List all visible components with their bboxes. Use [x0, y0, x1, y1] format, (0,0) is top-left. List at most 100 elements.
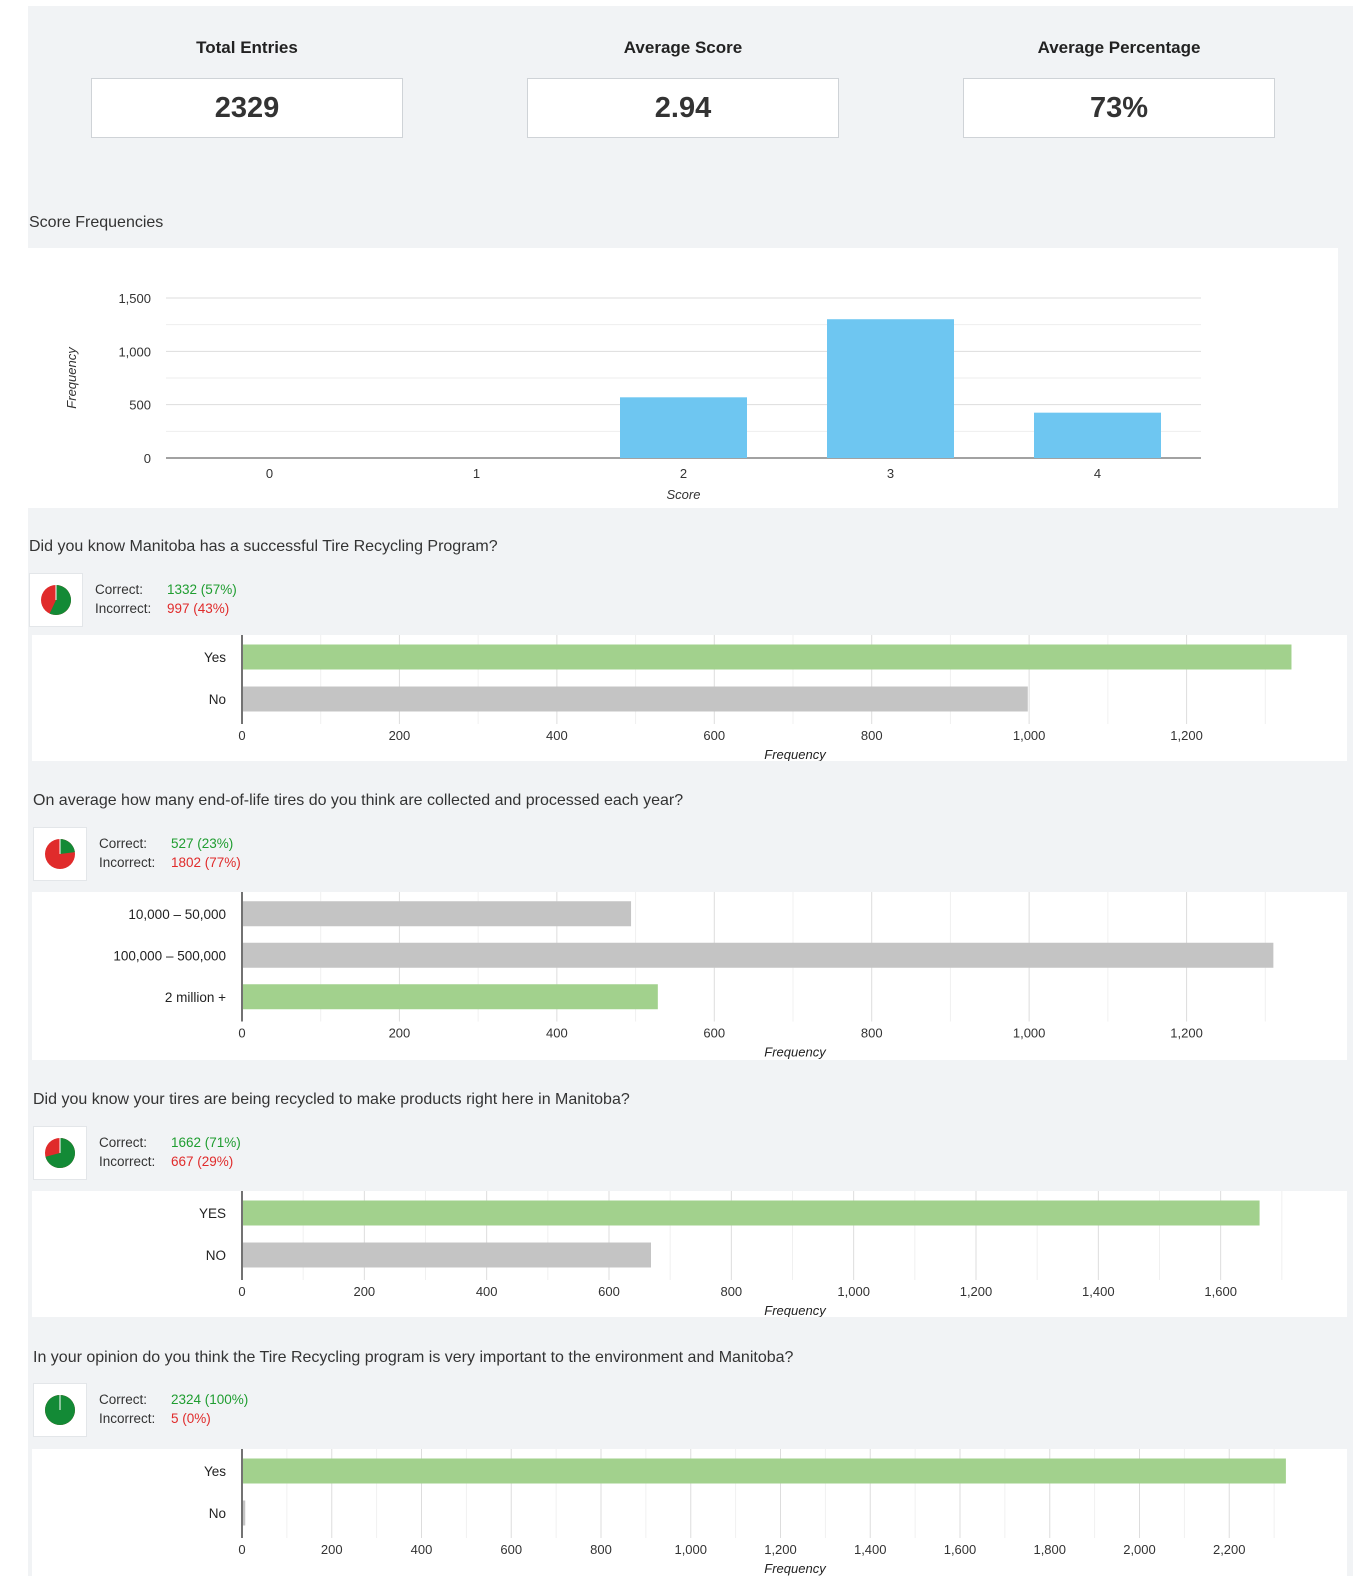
category-label: No	[209, 692, 226, 707]
question-2-pie-box	[33, 827, 87, 881]
category-label: Yes	[204, 650, 226, 665]
x-axis-title: Frequency	[764, 1045, 827, 1060]
x-tick-label: 4	[1094, 466, 1101, 481]
x-tick-label: 0	[266, 466, 273, 481]
x-tick-label: 800	[720, 1284, 742, 1299]
x-tick-label: 200	[389, 728, 411, 743]
category-label: Yes	[204, 1464, 226, 1479]
stat-value-average-percentage: 73%	[963, 78, 1275, 138]
category-label: 10,000 – 50,000	[128, 907, 226, 922]
x-tick-label: 2,200	[1213, 1542, 1246, 1557]
stat-label-average-score: Average Score	[623, 38, 743, 57]
question-4-chart: 0 200 400 600 800 1,000 1,200 1,400 1,600 1,800 2,…	[204, 1449, 1286, 1576]
question-3-chart: 0 200 400 600 800 1,000 1,200 1,400 1,600 YES NO Fr…	[199, 1191, 1283, 1318]
x-tick-label: 600	[703, 728, 725, 743]
x-axis-title: Frequency	[764, 1561, 827, 1576]
question-3-chart-panel: 0 200 400 600 800 1,000 1,200 1,400 1,600 YES NO Fr…	[32, 1191, 1347, 1318]
x-tick-label: 200	[321, 1542, 343, 1557]
question-1-incorrect-value: 997 (43%)	[167, 601, 230, 616]
question-4-pie-icon	[45, 1395, 75, 1425]
x-tick-label: 1,000	[1013, 1026, 1046, 1041]
question-1-title: Did you know Manitoba has a successful T…	[29, 538, 498, 555]
x-tick-label: 2	[680, 466, 687, 481]
question-4-chart-panel: 0 200 400 600 800 1,000 1,200 1,400 1,600 1,800 2,…	[32, 1449, 1347, 1576]
question-3-correct-value: 1662 (71%)	[171, 1135, 241, 1150]
x-tick-label: 1,200	[1170, 1026, 1203, 1041]
x-tick-label: 1,200	[1170, 728, 1203, 743]
stat-label-average-percentage: Average Percentage	[1037, 38, 1201, 57]
x-tick-label: 400	[476, 1284, 498, 1299]
score-bar	[620, 397, 747, 458]
question-2-incorrect-value: 1802 (77%)	[171, 855, 241, 870]
x-tick-label: 600	[500, 1542, 522, 1557]
x-tick-label: 1	[473, 466, 480, 481]
x-tick-label: 1,200	[960, 1284, 993, 1299]
question-1-pie-box	[29, 573, 83, 627]
question-1-pie-icon	[41, 585, 71, 615]
x-tick-label: 1,600	[944, 1542, 977, 1557]
x-tick-label: 200	[353, 1284, 375, 1299]
question-1-chart-panel: 0 200 400 600 800 1,000 1,200 Yes No Frequency	[32, 635, 1347, 762]
x-tick-label: 2,000	[1123, 1542, 1156, 1557]
score-frequencies-title: Score Frequencies	[29, 214, 164, 231]
question-4-correct-value: 2324 (100%)	[171, 1392, 249, 1407]
y-tick-label: 500	[129, 398, 151, 413]
x-axis-title: Score	[667, 487, 701, 502]
x-tick-label: 600	[598, 1284, 620, 1299]
question-4-summary: Correct: 2324 (100%) Incorrect: 5 (0%)	[99, 1390, 248, 1428]
stat-value-total-entries: 2329	[91, 78, 403, 138]
answer-bar	[243, 901, 632, 927]
x-tick-label: 1,600	[1204, 1284, 1237, 1299]
question-1-correct-value: 1332 (57%)	[167, 582, 237, 597]
incorrect-label: Incorrect:	[99, 855, 156, 870]
x-tick-label: 1,400	[1082, 1284, 1115, 1299]
question-4-incorrect-value: 5 (0%)	[171, 1411, 211, 1426]
question-1-chart: 0 200 400 600 800 1,000 1,200 Yes No Frequency	[204, 635, 1292, 762]
question-2-summary: Correct: 527 (23%) Incorrect: 1802 (77%)	[99, 834, 241, 872]
x-tick-label: 1,000	[1013, 728, 1046, 743]
question-2-chart-panel: 0 200 400 600 800 1,000 1,200 10,000 – 50,000 10…	[32, 892, 1347, 1060]
question-4-pie-box	[33, 1383, 87, 1437]
correct-answer-bar	[243, 984, 658, 1010]
x-tick-label: 400	[411, 1542, 433, 1557]
stat-value-average-score: 2.94	[527, 78, 839, 138]
x-tick-label: 800	[590, 1542, 612, 1557]
x-axis-title: Frequency	[764, 1303, 827, 1317]
answer-bar	[243, 686, 1028, 712]
category-label: No	[209, 1506, 226, 1521]
category-label: 2 million +	[165, 990, 226, 1005]
question-3-pie-box	[33, 1126, 87, 1180]
answer-bar	[243, 1242, 651, 1268]
x-tick-label: 400	[546, 728, 568, 743]
question-3-incorrect-value: 667 (29%)	[171, 1154, 234, 1169]
question-3-title: Did you know your tires are being recycl…	[33, 1091, 630, 1108]
answer-bar	[243, 1500, 246, 1526]
correct-label: Correct:	[95, 582, 144, 597]
correct-answer-bar	[243, 644, 1292, 670]
x-tick-label: 0	[238, 1542, 245, 1557]
x-tick-label: 800	[861, 1026, 883, 1041]
x-axis-title: Frequency	[764, 747, 827, 761]
correct-answer-bar	[243, 1458, 1286, 1484]
stat-label-total-entries: Total Entries	[196, 38, 298, 57]
x-tick-label: 1,200	[764, 1542, 797, 1557]
x-tick-label: 0	[238, 1026, 245, 1041]
x-tick-label: 600	[703, 1026, 725, 1041]
x-tick-label: 3	[887, 466, 894, 481]
report-canvas	[28, 6, 1353, 1576]
correct-label: Correct:	[99, 836, 148, 851]
question-3-pie-icon	[45, 1138, 75, 1168]
y-tick-label: 1,000	[118, 344, 151, 359]
question-2-pie-icon	[45, 839, 75, 869]
y-tick-label: 0	[144, 451, 151, 466]
x-tick-label: 1,000	[837, 1284, 870, 1299]
correct-answer-bar	[243, 1200, 1260, 1226]
x-tick-label: 0	[238, 728, 245, 743]
x-tick-label: 1,800	[1033, 1542, 1066, 1557]
x-tick-label: 1,400	[854, 1542, 887, 1557]
question-2-title: On average how many end-of-life tires do…	[33, 792, 684, 809]
score-frequency-chart: 0 500 1,000 1,500 0 1 2 3 4 Score Frequency	[64, 291, 1201, 502]
correct-label: Correct:	[99, 1392, 148, 1407]
y-tick-label: 1,500	[118, 291, 151, 306]
score-frequency-chart-panel: 0 500 1,000 1,500 0 1 2 3 4 Score Frequency	[28, 248, 1338, 508]
